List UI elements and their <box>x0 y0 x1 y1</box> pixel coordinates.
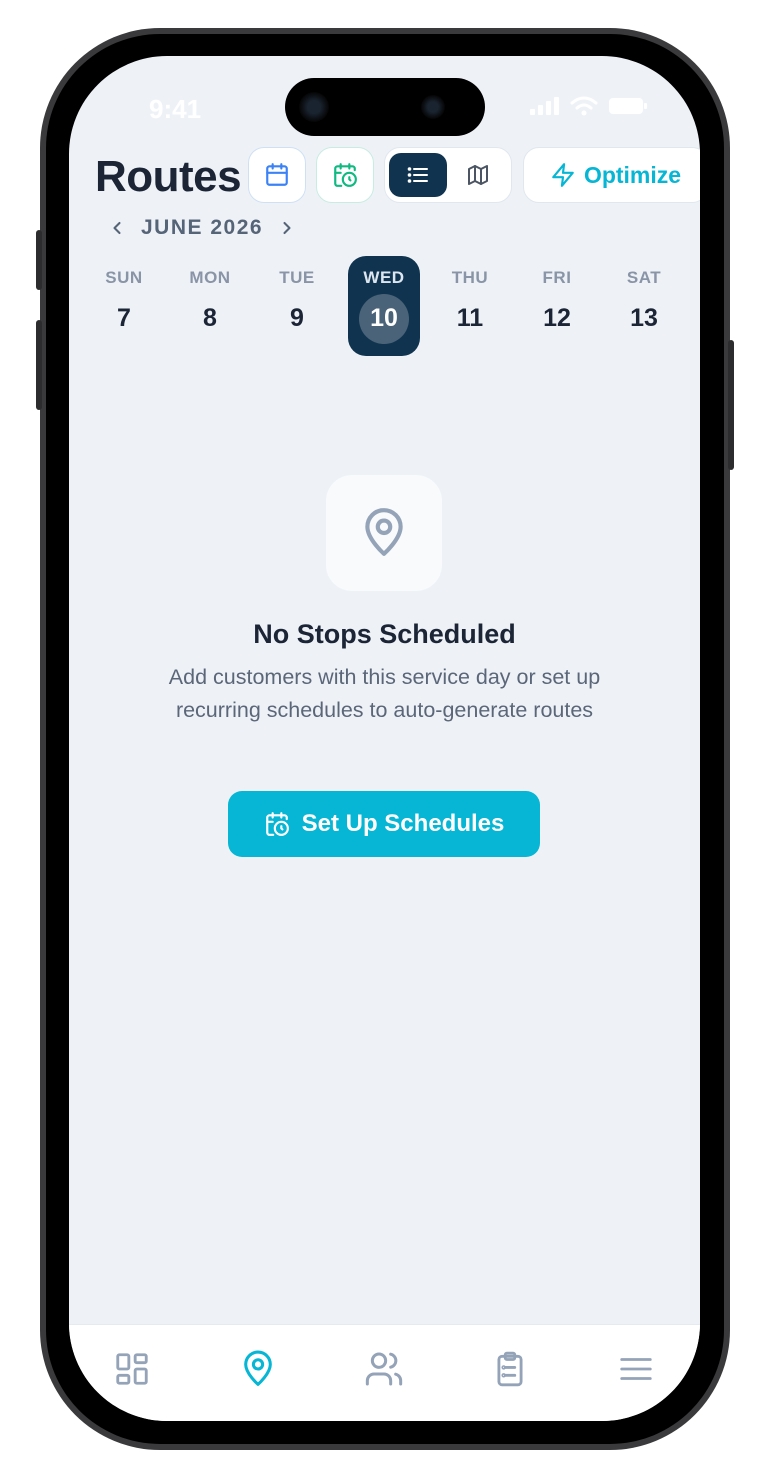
status-time: 9:41 <box>149 94 202 124</box>
day-tue[interactable]: TUE 9 <box>261 256 333 356</box>
menu-icon <box>620 1358 652 1380</box>
month-label: JUNE 2026 <box>141 216 264 239</box>
tab-menu[interactable] <box>606 1339 666 1399</box>
calendar-clock-icon <box>265 812 289 836</box>
day-date: 13 <box>630 304 658 332</box>
calendar-view-button[interactable] <box>248 147 306 203</box>
day-name: SAT <box>626 268 662 287</box>
set-up-schedules-button[interactable]: Set Up Schedules <box>228 791 540 857</box>
empty-state-description: Add customers with this service day or s… <box>168 665 601 722</box>
signal-icon <box>530 97 559 115</box>
day-mon[interactable]: MON 8 <box>174 256 246 356</box>
week-day-strip: SUN 7 MON 8 TUE 9 WED 10 THU 11 FRI 12 S… <box>81 256 688 356</box>
map-pin-icon <box>244 1350 272 1386</box>
calendar-icon <box>266 163 288 186</box>
day-date: 12 <box>543 304 571 332</box>
day-sat[interactable]: SAT 13 <box>608 256 680 356</box>
day-wed-selected[interactable]: WED 10 <box>348 256 420 356</box>
map-icon <box>468 165 488 185</box>
tab-routes[interactable] <box>228 1339 288 1399</box>
chevron-right-icon[interactable] <box>277 218 297 238</box>
empty-state-icon-box <box>326 475 442 591</box>
phone-side-button <box>728 340 734 470</box>
users-icon <box>365 1352 403 1386</box>
day-date: 9 <box>290 304 304 332</box>
day-name: THU <box>451 268 489 287</box>
month-navigator: JUNE 2026 <box>107 216 297 240</box>
optimize-label: Optimize <box>583 161 682 188</box>
map-view-button[interactable] <box>449 153 507 197</box>
tab-tasks[interactable] <box>480 1339 540 1399</box>
bottom-tab-bar <box>69 1324 700 1421</box>
status-icons <box>530 96 648 116</box>
tab-dashboard[interactable] <box>102 1339 162 1399</box>
phone-side-button <box>36 320 42 410</box>
day-name: TUE <box>279 268 315 287</box>
dashboard-grid-icon <box>116 1353 148 1385</box>
page-title: Routes <box>95 152 242 201</box>
empty-state-title: No Stops Scheduled <box>253 619 516 649</box>
list-icon <box>407 167 428 183</box>
dynamic-island <box>285 78 485 136</box>
calendar-clock-icon <box>334 163 357 187</box>
day-date: 8 <box>203 304 217 332</box>
day-date: 11 <box>456 304 484 332</box>
wifi-icon <box>570 96 598 116</box>
day-thu[interactable]: THU 11 <box>434 256 506 356</box>
sensor-icon <box>421 95 445 119</box>
set-up-schedules-label: Set Up Schedules <box>301 810 505 837</box>
tab-customers[interactable] <box>354 1339 414 1399</box>
day-name: MON <box>189 268 231 287</box>
lightning-icon <box>552 163 574 187</box>
day-name: SUN <box>105 268 143 287</box>
day-name: WED <box>363 268 405 287</box>
optimize-button[interactable]: Optimize <box>523 147 700 203</box>
day-sun[interactable]: SUN 7 <box>88 256 160 356</box>
view-toggle <box>384 147 512 203</box>
day-date: 7 <box>117 304 131 332</box>
camera-icon <box>299 92 329 122</box>
app-screen: 9:41 Routes Optimize JUNE 2026 SUN 7 MON… <box>69 56 700 1421</box>
clipboard-list-icon <box>497 1351 523 1387</box>
phone-side-button <box>36 230 42 290</box>
day-fri[interactable]: FRI 12 <box>521 256 593 356</box>
battery-icon <box>609 98 647 114</box>
chevron-left-icon[interactable] <box>107 218 127 238</box>
schedules-button[interactable] <box>316 147 374 203</box>
map-pin-icon <box>365 508 403 556</box>
day-name: FRI <box>542 268 572 287</box>
list-view-button[interactable] <box>389 153 447 197</box>
day-date: 10 <box>370 304 398 332</box>
